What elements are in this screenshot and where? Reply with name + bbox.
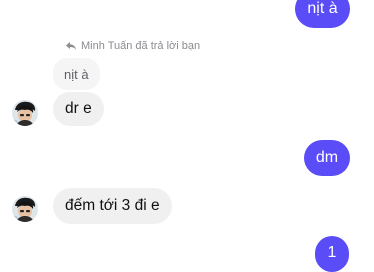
outgoing-message-bubble[interactable]: 1 [315, 236, 349, 272]
incoming-message-bubble[interactable]: dr e [53, 92, 104, 126]
quoted-message[interactable]: nịt à [53, 58, 100, 90]
message-text: 1 [327, 244, 337, 261]
message-text: đếm tới 3 đi e [65, 197, 160, 214]
outgoing-message-bubble[interactable]: dm [304, 140, 350, 176]
message-text: dr e [65, 100, 92, 117]
avatar[interactable] [12, 100, 38, 126]
message-text: dm [315, 149, 339, 166]
incoming-message-bubble[interactable]: đếm tới 3 đi e [53, 188, 172, 224]
message-text: nịt à [307, 0, 338, 17]
reply-label-text: Minh Tuấn đã trả lời bạn [81, 40, 201, 52]
outgoing-message-bubble[interactable]: nịt à [295, 0, 350, 28]
user-avatar-image [12, 100, 38, 126]
avatar[interactable] [12, 196, 38, 222]
user-avatar-image [12, 196, 38, 222]
quoted-text: nịt à [64, 66, 89, 82]
reply-arrow-icon [66, 42, 76, 50]
reply-indicator: Minh Tuấn đã trả lời bạn [65, 39, 200, 53]
